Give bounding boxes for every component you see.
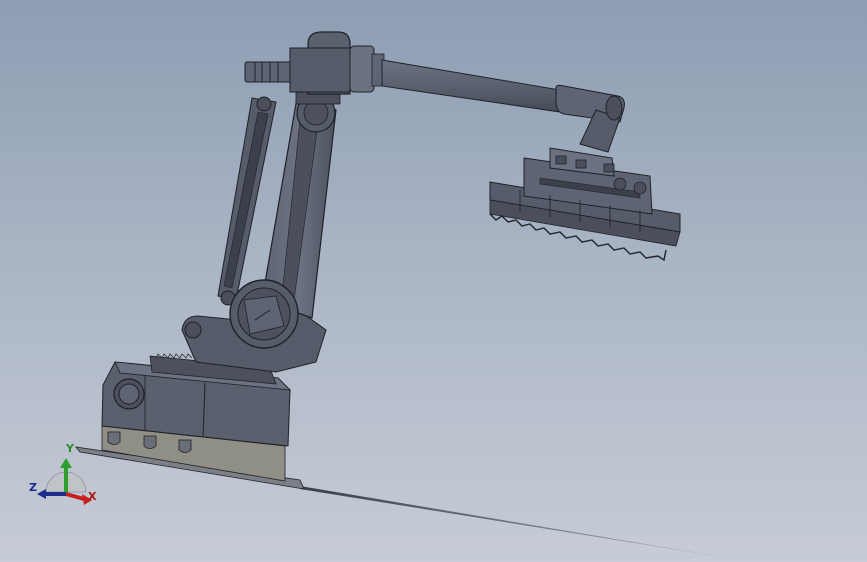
model-canvas[interactable] (0, 0, 867, 562)
3d-viewport[interactable]: Y Z X (0, 0, 867, 562)
upper-motor[interactable] (244, 61, 296, 83)
gripper[interactable] (489, 147, 681, 262)
robot-base[interactable] (75, 353, 305, 490)
shoulder-joint (229, 279, 299, 349)
x-axis-arrow (65, 492, 85, 501)
forearm-tube[interactable] (381, 59, 625, 153)
triad-z-label: Z (29, 481, 37, 494)
arm-housing[interactable] (289, 31, 385, 95)
triad-y-label: Y (66, 442, 74, 455)
triad-x-label: X (88, 490, 97, 503)
reference-triad[interactable] (37, 458, 92, 505)
base-port (113, 378, 145, 410)
floor-shadow-line (300, 486, 740, 560)
